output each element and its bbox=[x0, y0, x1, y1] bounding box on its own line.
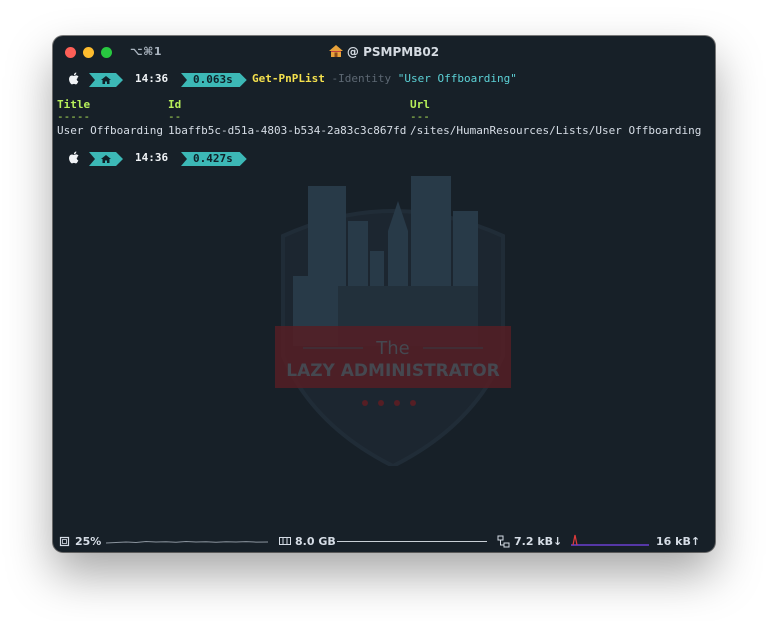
prompt-time: 14:36 bbox=[135, 151, 169, 164]
cell-id: 1baffb5c-d51a-4803-b534-2a83c3c867fd bbox=[168, 124, 407, 137]
home-segment bbox=[89, 152, 123, 166]
memory-value: 8.0 GB bbox=[295, 535, 336, 548]
net-up-value: 16 kB↑ bbox=[656, 535, 701, 548]
home-icon bbox=[101, 155, 111, 163]
cell-url: /sites/HumanResources/Lists/User Offboar… bbox=[410, 124, 702, 137]
memory-icon bbox=[279, 537, 291, 545]
prompt-time: 14:36 bbox=[135, 72, 169, 85]
home-segment bbox=[89, 73, 123, 87]
command-name: Get-PnPList bbox=[252, 72, 325, 85]
col-underline-id: -- bbox=[168, 110, 182, 123]
command-arg: "User Offboarding" bbox=[397, 72, 517, 85]
status-bar: 25% 8.0 GB 7.2 kB↓ 16 kB↑ bbox=[53, 532, 715, 550]
col-underline-url: --- bbox=[410, 110, 430, 123]
cpu-graph bbox=[106, 540, 268, 544]
col-underline-title: ----- bbox=[57, 110, 91, 123]
command-param: -Identity bbox=[331, 72, 392, 85]
memory-graph bbox=[337, 541, 487, 542]
terminal-content[interactable]: 14:36 0.063s Get-PnPList -Identity "User… bbox=[53, 36, 715, 552]
apple-icon bbox=[69, 151, 79, 164]
home-icon bbox=[101, 76, 111, 84]
prompt-duration: 0.427s bbox=[181, 152, 247, 166]
network-icon bbox=[497, 535, 510, 548]
apple-icon bbox=[69, 72, 79, 85]
network-graph bbox=[571, 534, 649, 546]
cell-title: User Offboarding bbox=[57, 124, 163, 137]
cpu-value: 25% bbox=[75, 535, 102, 548]
cpu-icon bbox=[59, 536, 70, 547]
net-down-value: 7.2 kB↓ bbox=[514, 535, 563, 548]
terminal-window: ⌥⌘1 @ PSMPMB02 The LAZY ADMINISTRATOR 14… bbox=[53, 36, 715, 552]
command-line[interactable]: Get-PnPList -Identity "User Offboarding" bbox=[252, 72, 517, 85]
prompt-duration: 0.063s bbox=[181, 73, 247, 87]
